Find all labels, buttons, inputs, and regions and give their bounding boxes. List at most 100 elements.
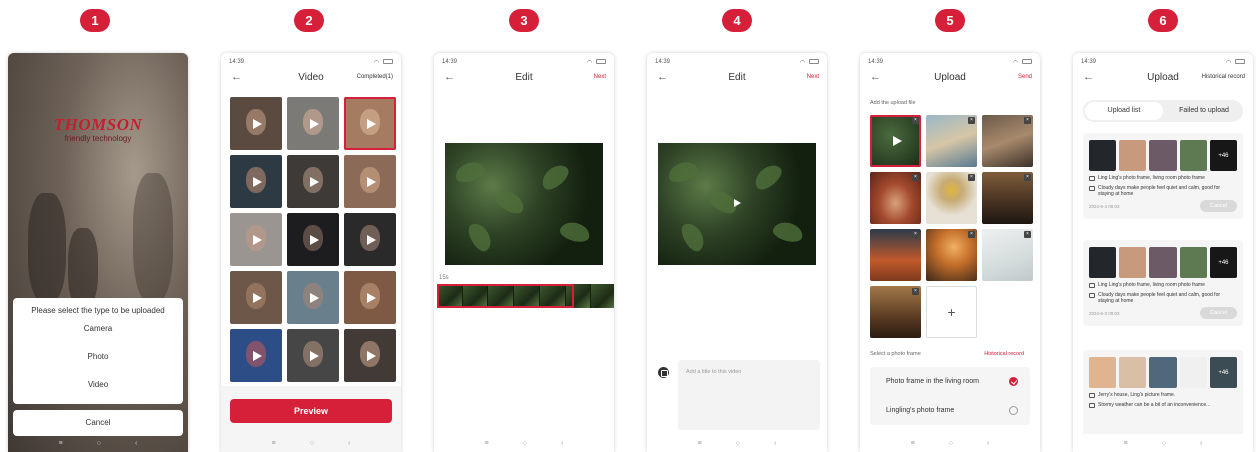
remove-icon[interactable]: ×	[968, 117, 975, 124]
menu-nav-icon[interactable]: ≡	[1124, 440, 1128, 447]
back-arrow-icon[interactable]: ←	[870, 71, 881, 83]
frame-option-lingling[interactable]: Lingling's photo frame	[870, 396, 1030, 425]
home-nav-icon[interactable]: ○	[949, 440, 953, 447]
back-arrow-icon[interactable]: ←	[231, 71, 242, 83]
option-photo[interactable]: Photo	[13, 343, 183, 371]
play-icon	[253, 118, 262, 129]
video-title-input[interactable]: Add a title to this video	[678, 360, 820, 430]
play-icon[interactable]	[734, 199, 741, 207]
next-button[interactable]: Next	[594, 74, 606, 80]
duration-label: 15s	[439, 275, 449, 281]
completed-button[interactable]: Completed(1)	[357, 74, 393, 80]
upload-thumb[interactable]: ×	[982, 229, 1033, 281]
play-icon	[367, 350, 376, 361]
video-thumb-selected[interactable]	[344, 97, 396, 150]
back-nav-icon[interactable]: ‹	[348, 440, 350, 447]
video-thumb[interactable]	[344, 155, 396, 208]
back-nav-icon[interactable]: ‹	[987, 440, 989, 447]
remove-icon[interactable]: ×	[968, 174, 975, 181]
header: ← Video Completed(1)	[221, 67, 401, 87]
upload-thumb[interactable]: ×	[926, 229, 977, 281]
remove-icon[interactable]: ×	[912, 174, 919, 181]
historical-record-button[interactable]: Historical record	[1202, 74, 1245, 80]
screen-upload: 14:39 ◠ ← Upload Send Add the upload fil…	[860, 53, 1040, 452]
video-thumb[interactable]	[230, 271, 282, 324]
video-preview[interactable]	[445, 143, 603, 265]
back-arrow-icon[interactable]: ←	[444, 71, 455, 83]
send-button[interactable]: Send	[1018, 74, 1032, 80]
menu-nav-icon[interactable]: ≡	[485, 440, 489, 447]
video-thumb[interactable]	[287, 155, 339, 208]
upload-thumb[interactable]: ×	[926, 115, 977, 167]
back-nav-icon[interactable]: ‹	[774, 440, 776, 447]
upload-thumb-selected[interactable]: ×	[870, 115, 921, 167]
step-badge-4: 4	[722, 9, 752, 32]
back-nav-icon[interactable]: ‹	[561, 440, 563, 447]
cancel-upload-button[interactable]: Cancel	[1199, 307, 1237, 319]
upload-thumb[interactable]: ×	[926, 172, 977, 224]
back-arrow-icon[interactable]: ←	[657, 71, 668, 83]
remove-icon[interactable]: ×	[1024, 174, 1031, 181]
card-frames: Ling Ling's photo frame, living room pho…	[1098, 282, 1205, 288]
video-thumb[interactable]	[344, 213, 396, 266]
home-nav-icon[interactable]: ○	[310, 440, 314, 447]
system-nav: ≡ ○ ‹	[1073, 434, 1253, 452]
option-camera[interactable]: Camera	[13, 315, 183, 343]
frame-option-living-room[interactable]: Photo frame in the living room	[870, 367, 1030, 396]
video-thumb[interactable]	[287, 271, 339, 324]
upload-thumb[interactable]: ×	[870, 286, 921, 338]
menu-nav-icon[interactable]: ≡	[698, 440, 702, 447]
menu-nav-icon[interactable]: ≡	[272, 440, 276, 447]
menu-nav-icon[interactable]: ≡	[59, 440, 63, 447]
video-thumb[interactable]	[287, 329, 339, 382]
video-thumb[interactable]	[230, 329, 282, 382]
video-preview[interactable]	[658, 143, 816, 265]
tab-failed-to-upload[interactable]: Failed to upload	[1165, 100, 1243, 122]
play-icon	[253, 234, 262, 245]
home-nav-icon[interactable]: ○	[97, 440, 101, 447]
back-nav-icon[interactable]: ‹	[1200, 440, 1202, 447]
video-thumb[interactable]	[287, 213, 339, 266]
remove-icon[interactable]: ×	[912, 117, 919, 124]
option-video[interactable]: Video	[13, 371, 183, 399]
radio-icon[interactable]	[1009, 406, 1018, 415]
menu-nav-icon[interactable]: ≡	[911, 440, 915, 447]
video-thumb[interactable]	[230, 155, 282, 208]
preview-button[interactable]: Preview	[230, 399, 392, 423]
screen-video-picker: 14:39 ◠ ← Video Completed(1) Preview ≡ ○…	[221, 53, 401, 452]
radio-selected-icon[interactable]	[1009, 377, 1018, 386]
remove-icon[interactable]: ×	[912, 231, 919, 238]
step-badge-2: 2	[294, 9, 324, 32]
tab-upload-list[interactable]: Upload list	[1085, 102, 1163, 120]
status-bar: 14:39 ◠	[868, 57, 1032, 67]
remove-icon[interactable]: ×	[1024, 231, 1031, 238]
back-nav-icon[interactable]: ‹	[135, 440, 137, 447]
trim-selection-handle[interactable]	[437, 284, 574, 308]
remove-icon[interactable]: ×	[968, 231, 975, 238]
remove-icon[interactable]: ×	[1024, 117, 1031, 124]
cancel-upload-button[interactable]: Cancel	[1199, 200, 1237, 212]
upload-thumb[interactable]: ×	[982, 115, 1033, 167]
home-nav-icon[interactable]: ○	[736, 440, 740, 447]
video-thumb[interactable]	[230, 97, 282, 150]
video-thumb[interactable]	[230, 213, 282, 266]
upload-thumb[interactable]: ×	[870, 229, 921, 281]
home-nav-icon[interactable]: ○	[523, 440, 527, 447]
photo-strip: +46	[1089, 140, 1238, 171]
upload-thumb[interactable]: ×	[982, 172, 1033, 224]
video-thumb[interactable]	[344, 329, 396, 382]
video-thumb[interactable]	[287, 97, 339, 150]
sheet-title: Please select the type to be uploaded	[31, 306, 165, 315]
video-thumb[interactable]	[344, 271, 396, 324]
play-icon	[253, 350, 262, 361]
home-nav-icon[interactable]: ○	[1162, 440, 1166, 447]
battery-icon	[809, 59, 819, 65]
historical-record-link[interactable]: Historical record	[984, 351, 1024, 357]
remove-icon[interactable]: ×	[912, 288, 919, 295]
frame-icon	[1089, 283, 1095, 288]
add-file-button[interactable]: +	[926, 286, 977, 338]
back-arrow-icon[interactable]: ←	[1083, 71, 1094, 83]
next-button[interactable]: Next	[807, 74, 819, 80]
cancel-button[interactable]: Cancel	[13, 410, 183, 436]
upload-thumb[interactable]: ×	[870, 172, 921, 224]
